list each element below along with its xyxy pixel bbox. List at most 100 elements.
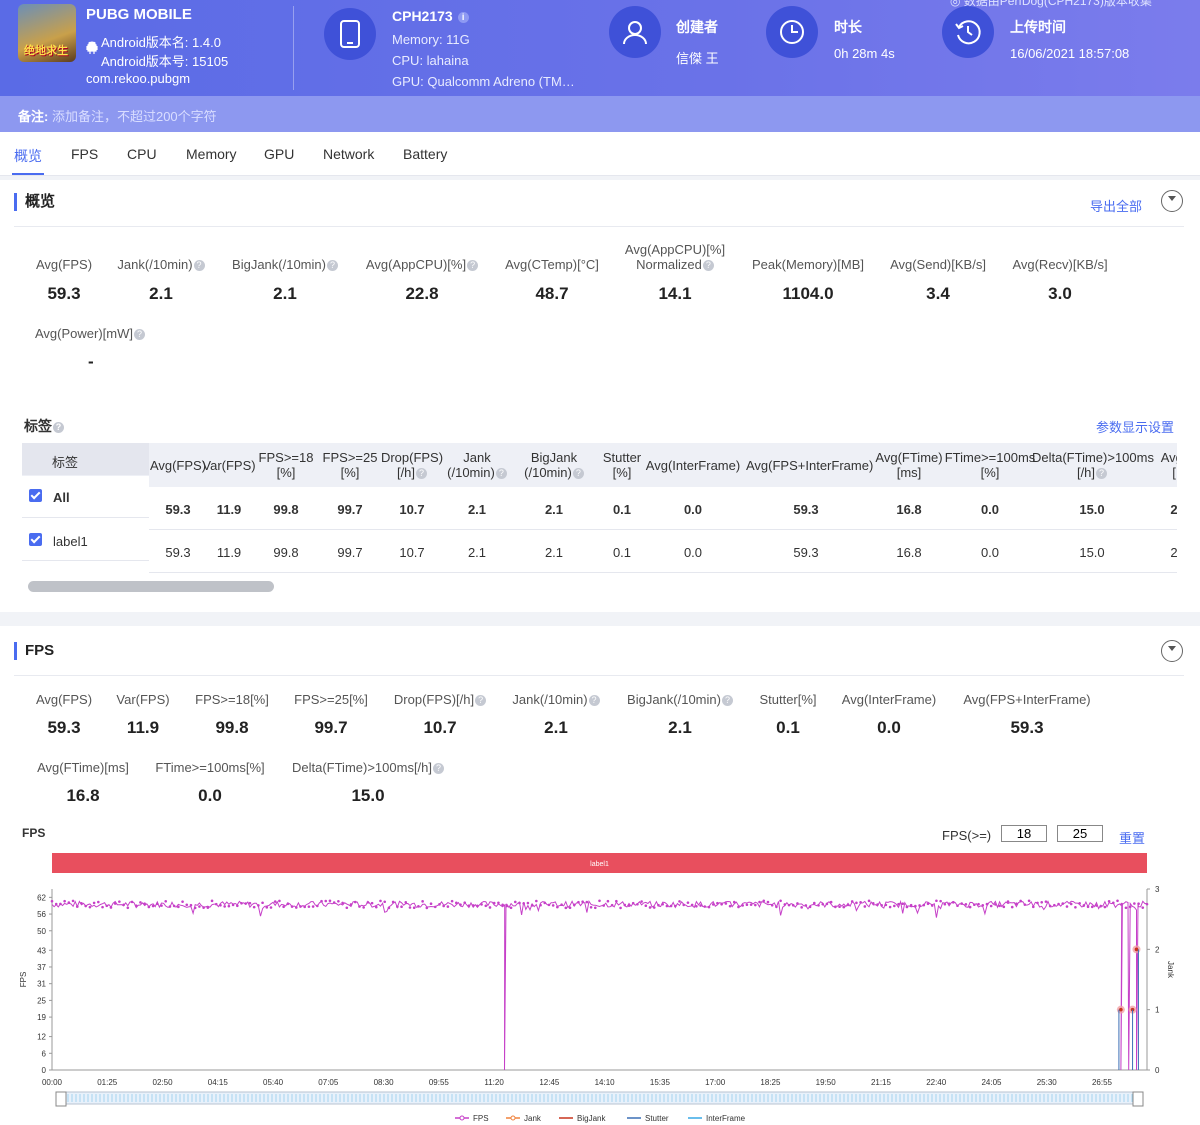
metric-value: 48.7 [535, 284, 569, 303]
labels-table: Avg(FPS) Var(FPS) FPS>=18 [%] FPS>=25 [%] Drop… [22, 443, 1177, 598]
android-version-name: Android版本名: 1.4.0 [101, 35, 221, 50]
table-cell: 16.8 [896, 545, 922, 560]
device-name: CPH2173 i [392, 8, 469, 24]
table-cell: 16.8 [896, 502, 922, 517]
tab-battery[interactable]: Battery [403, 146, 447, 162]
metric-value: 16.8 [66, 786, 100, 805]
metric-value: 10.7 [423, 718, 457, 737]
metric-value: 3.0 [1048, 284, 1072, 303]
table-cell: 0.1 [612, 502, 632, 517]
overview-title: 概览 [14, 193, 55, 211]
metric-value: 0.0 [198, 786, 222, 805]
clock-icon [766, 6, 818, 58]
column-header[interactable]: Avg([ [1114, 450, 1177, 480]
remark-input[interactable]: 添加备注，不超过200个字符 [52, 109, 217, 124]
export-all-link[interactable]: 导出全部 [1090, 196, 1142, 215]
device-gpu: GPU: Qualcomm Adreno (TM… [392, 74, 575, 89]
metric-value: 99.7 [314, 718, 348, 737]
history-icon [942, 6, 994, 58]
label-column-header: 标签 [22, 443, 149, 475]
metric-value: 1104.0 [782, 284, 834, 303]
label-checkbox[interactable] [29, 533, 42, 546]
fps-threshold-label: FPS(>=) [942, 828, 992, 843]
label-row-all[interactable]: All [22, 476, 149, 518]
active-tab-underline [12, 173, 44, 175]
table-cell: 15.0 [1079, 545, 1105, 560]
help-icon[interactable]: ? [433, 763, 445, 775]
collapse-fps-icon[interactable] [1161, 640, 1183, 662]
metric-value: 15.0 [351, 786, 385, 805]
help-icon[interactable]: ? [134, 329, 145, 341]
help-icon[interactable]: ? [53, 421, 64, 433]
metric-label: Avg(Recv)[KB/s] [1012, 257, 1108, 272]
metric-label: Delta(FTime)>100ms[/h]? [278, 760, 458, 775]
metric-value: 2.1 [668, 718, 692, 737]
android-version-code: Android版本号: 15105 [101, 54, 229, 69]
label-row-label1[interactable]: label1 [22, 519, 149, 561]
table-horizontal-scrollbar[interactable] [28, 581, 274, 592]
fps-divider [14, 675, 1184, 676]
tab-memory[interactable]: Memory [186, 146, 237, 162]
creator-label: 创建者 [676, 19, 718, 35]
tab-overview[interactable]: 概览 [14, 146, 42, 166]
device-cpu: CPU: lahaina [392, 53, 469, 68]
metric-value: 2.1 [544, 718, 568, 737]
help-icon[interactable]: ? [702, 260, 714, 272]
tab-network[interactable]: Network [323, 146, 374, 162]
column-header[interactable]: Avg(FPS+InterFrame) [746, 458, 873, 473]
metric-value: 22.8 [405, 284, 439, 303]
tab-fps[interactable]: FPS [71, 146, 98, 162]
table-cell: 0.0 [683, 502, 703, 517]
metric-value: 3.4 [926, 284, 950, 303]
metric-label: Avg(InterFrame) [841, 692, 937, 707]
android-icon [86, 41, 98, 54]
table-cell: 0.0 [980, 502, 1000, 517]
remark-label: 备注: [18, 109, 49, 124]
table-cell: 0.0 [980, 545, 1000, 560]
upload-time-label: 上传时间 [1010, 19, 1066, 35]
column-header[interactable]: Avg(InterFrame) [633, 458, 753, 473]
tab-bar: 概览 FPS CPU Memory GPU Network Battery [0, 132, 1200, 176]
table-cell: 0.1 [612, 545, 632, 560]
label-checkbox[interactable] [29, 489, 42, 502]
help-icon[interactable]: ? [193, 260, 205, 272]
metric-value: 2.1 [149, 284, 173, 303]
metric-label: Avg(Power)[mW]? [35, 326, 145, 341]
collapse-overview-icon[interactable] [1161, 190, 1183, 212]
fps-threshold-1-input[interactable] [1001, 825, 1047, 842]
data-source-note: ◎ 数据由PerfDog(CPH2173)版本收集 [950, 0, 1152, 8]
tab-gpu[interactable]: GPU [264, 146, 294, 162]
table-cell: 59.3 [793, 502, 819, 517]
table-cell: 59.3 [793, 545, 819, 560]
tab-cpu[interactable]: CPU [127, 146, 157, 162]
metric-value: 14.1 [658, 284, 692, 303]
table-cell: 2.1 [467, 502, 487, 517]
metric-value: 59.3 [1010, 718, 1044, 737]
help-icon[interactable]: ? [588, 695, 600, 707]
device-memory: Memory: 11G [392, 32, 470, 47]
help-icon[interactable]: ? [326, 260, 338, 272]
metric-value: 2.1 [273, 284, 297, 303]
table-fixed-column: 标签 All label1 [22, 443, 149, 598]
phone-icon [324, 8, 376, 60]
table-cell: 15.0 [1079, 502, 1105, 517]
chart-title: FPS [22, 826, 46, 840]
upload-time-value: 16/06/2021 18:57:08 [1010, 46, 1130, 61]
help-icon[interactable]: ? [1096, 468, 1108, 480]
metric-label: FTime>=100ms[%] [155, 760, 265, 775]
creator-value: 信傑 王 [676, 51, 719, 66]
app-name: PUBG MOBILE [86, 6, 192, 23]
fps-section-title: FPS [14, 642, 54, 660]
info-icon[interactable]: i [457, 11, 469, 23]
param-display-settings-link[interactable]: 参数显示设置 [1096, 417, 1174, 436]
table-cell: 2.1 [467, 545, 487, 560]
reset-link[interactable]: 重置 [1119, 828, 1145, 847]
table-cell: 0.0 [683, 545, 703, 560]
package-name: com.rekoo.pubgm [86, 71, 191, 86]
remark-bar[interactable]: 备注: 添加备注，不超过200个字符 [0, 96, 1200, 132]
metric-label: BigJank(/10min)? [205, 257, 365, 272]
fps-threshold-2-input[interactable] [1057, 825, 1103, 842]
labels-title: 标签? [24, 416, 64, 436]
game-app-icon: 绝地求生 [18, 4, 76, 62]
metric-value: - [88, 352, 94, 371]
